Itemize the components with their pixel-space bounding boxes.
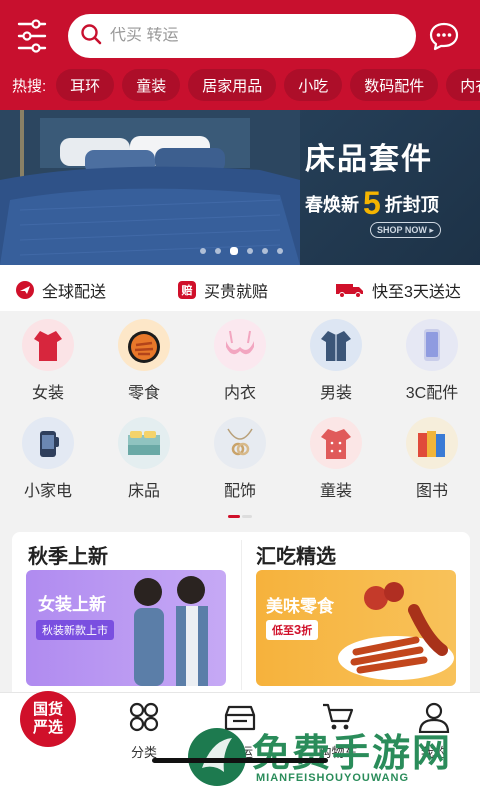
tab-home-line2: 严选 (32, 719, 63, 736)
watermark-text: 免费手游网 (252, 733, 453, 775)
kids-clothing-icon (310, 417, 362, 469)
category-small-appliance[interactable]: 小家电 (0, 417, 96, 513)
guarantee-label: 快至3天送达 (372, 284, 461, 301)
carousel-dot[interactable] (200, 248, 206, 254)
carousel-dots (200, 247, 292, 255)
snack-food-image (338, 582, 454, 680)
category-page-indicator (228, 515, 252, 518)
category-label: 零食 (127, 385, 160, 402)
watermark-subtext: MIANFEISHOUYOUWANG (256, 772, 410, 784)
promo-title-snacks: 汇吃精选 (256, 546, 336, 568)
filter-menu-icon[interactable] (16, 18, 48, 54)
guarantee-price-protect: 赔 买贵就赔 (178, 278, 268, 302)
hot-search-label: 热搜: (12, 77, 47, 95)
search-icon (80, 23, 102, 50)
top-header: 热搜: 耳环 童装 居家用品 小吃 数码配件 内衣 (0, 0, 480, 110)
indicator-active (228, 515, 240, 518)
hot-tag[interactable]: 耳环 (56, 69, 115, 101)
plane-icon (16, 281, 34, 299)
snacks-promo-card[interactable]: 美味零食 低至3折 (256, 570, 456, 686)
grid-icon (127, 701, 161, 738)
books-icon (406, 417, 458, 469)
category-label: 男装 (319, 385, 352, 402)
hot-search-row: 热搜: 耳环 童装 居家用品 小吃 数码配件 内衣 (0, 66, 480, 104)
promo-sub-suffix: 折 (301, 625, 313, 637)
hot-tag[interactable]: 居家用品 (188, 69, 277, 101)
banner-discount-number: 5 (363, 185, 381, 221)
category-label: 3C配件 (405, 385, 459, 402)
shop-now-button[interactable]: SHOP NOW ▸ (370, 222, 441, 238)
search-bar[interactable] (68, 14, 416, 58)
category-snacks[interactable]: 零食 (96, 319, 192, 415)
promo-tag: 美味零食 (266, 597, 334, 616)
category-womens-clothing[interactable]: 女装 (0, 319, 96, 415)
promo-divider (241, 540, 242, 690)
banner-subtitle: 春焕新 5 折封顶 (305, 185, 439, 222)
banner-sub-prefix: 春焕新 (305, 194, 359, 215)
small-appliance-icon (22, 417, 74, 469)
accessory-icon (214, 417, 266, 469)
carousel-dot[interactable] (247, 248, 253, 254)
guarantee-label: 全球配送 (42, 284, 107, 301)
carousel-dot[interactable] (277, 248, 283, 254)
category-grid: 女装 零食 内衣 男装 3C配件 小家电 床品 配饰 童装 图书 (0, 311, 480, 523)
mens-clothing-icon (310, 319, 362, 371)
carousel-dot-active[interactable] (230, 247, 238, 255)
promo-section: 秋季上新 女装上新 秋装新款上市 汇吃精选 美味零食 低至3折 (12, 532, 470, 700)
guarantee-global-shipping: 全球配送 (16, 278, 106, 302)
category-underwear[interactable]: 内衣 (192, 319, 288, 415)
promo-tag: 女装上新 (38, 595, 106, 614)
category-label: 女装 (31, 385, 64, 402)
category-kids-clothing[interactable]: 童装 (288, 417, 384, 513)
category-bedding[interactable]: 床品 (96, 417, 192, 513)
category-label: 内衣 (223, 385, 256, 402)
guarantee-fast-delivery: 快至3天送达 (336, 278, 461, 302)
hot-tag[interactable]: 内衣 (446, 69, 480, 101)
category-3c-accessories[interactable]: 3C配件 (384, 319, 480, 415)
truck-icon (336, 282, 364, 298)
promo-banner[interactable]: 床品套件 春焕新 5 折封顶 SHOP NOW ▸ (0, 110, 480, 265)
autumn-new-promo-card[interactable]: 女装上新 秋装新款上市 (26, 570, 226, 686)
phone-accessory-icon (406, 319, 458, 371)
snacks-icon (118, 319, 170, 371)
category-mens-clothing[interactable]: 男装 (288, 319, 384, 415)
compensation-icon: 赔 (178, 281, 196, 299)
search-input[interactable] (110, 27, 390, 45)
bedding-icon (118, 417, 170, 469)
hot-tag[interactable]: 数码配件 (350, 69, 439, 101)
category-books[interactable]: 图书 (384, 417, 480, 513)
category-label: 床品 (127, 483, 160, 500)
category-label: 童装 (319, 483, 352, 500)
womens-clothing-icon (22, 319, 74, 371)
category-accessories[interactable]: 配饰 (192, 417, 288, 513)
category-label: 图书 (415, 483, 448, 500)
fashion-models-image (134, 576, 208, 686)
watermark-logo-icon (188, 728, 246, 786)
message-icon[interactable] (428, 20, 460, 52)
hot-tag[interactable]: 童装 (122, 69, 181, 101)
indicator-inactive (242, 515, 252, 518)
carousel-dot[interactable] (262, 248, 268, 254)
underwear-icon (214, 319, 266, 371)
tab-category[interactable]: 分类 (104, 701, 184, 761)
category-label: 配饰 (223, 483, 256, 500)
bedding-banner-image (0, 110, 300, 265)
service-guarantee-strip: 全球配送 赔 买贵就赔 快至3天送达 (0, 265, 480, 311)
promo-sub-prefix: 低至 (272, 625, 294, 637)
home-indicator[interactable] (152, 758, 328, 763)
promo-sub: 秋装新款上市 (36, 620, 114, 640)
banner-sub-suffix: 折封顶 (384, 194, 439, 215)
carousel-dot[interactable] (215, 248, 221, 254)
hot-tag[interactable]: 小吃 (284, 69, 343, 101)
tab-home-guohuo[interactable]: 国货 严选 (20, 691, 76, 747)
category-label: 小家电 (23, 483, 72, 500)
banner-title: 床品套件 (305, 143, 433, 176)
guarantee-label: 买贵就赔 (204, 284, 269, 301)
promo-title-autumn: 秋季上新 (28, 546, 108, 568)
tab-home-line1: 国货 (32, 701, 63, 718)
promo-discount: 低至3折 (266, 620, 319, 640)
